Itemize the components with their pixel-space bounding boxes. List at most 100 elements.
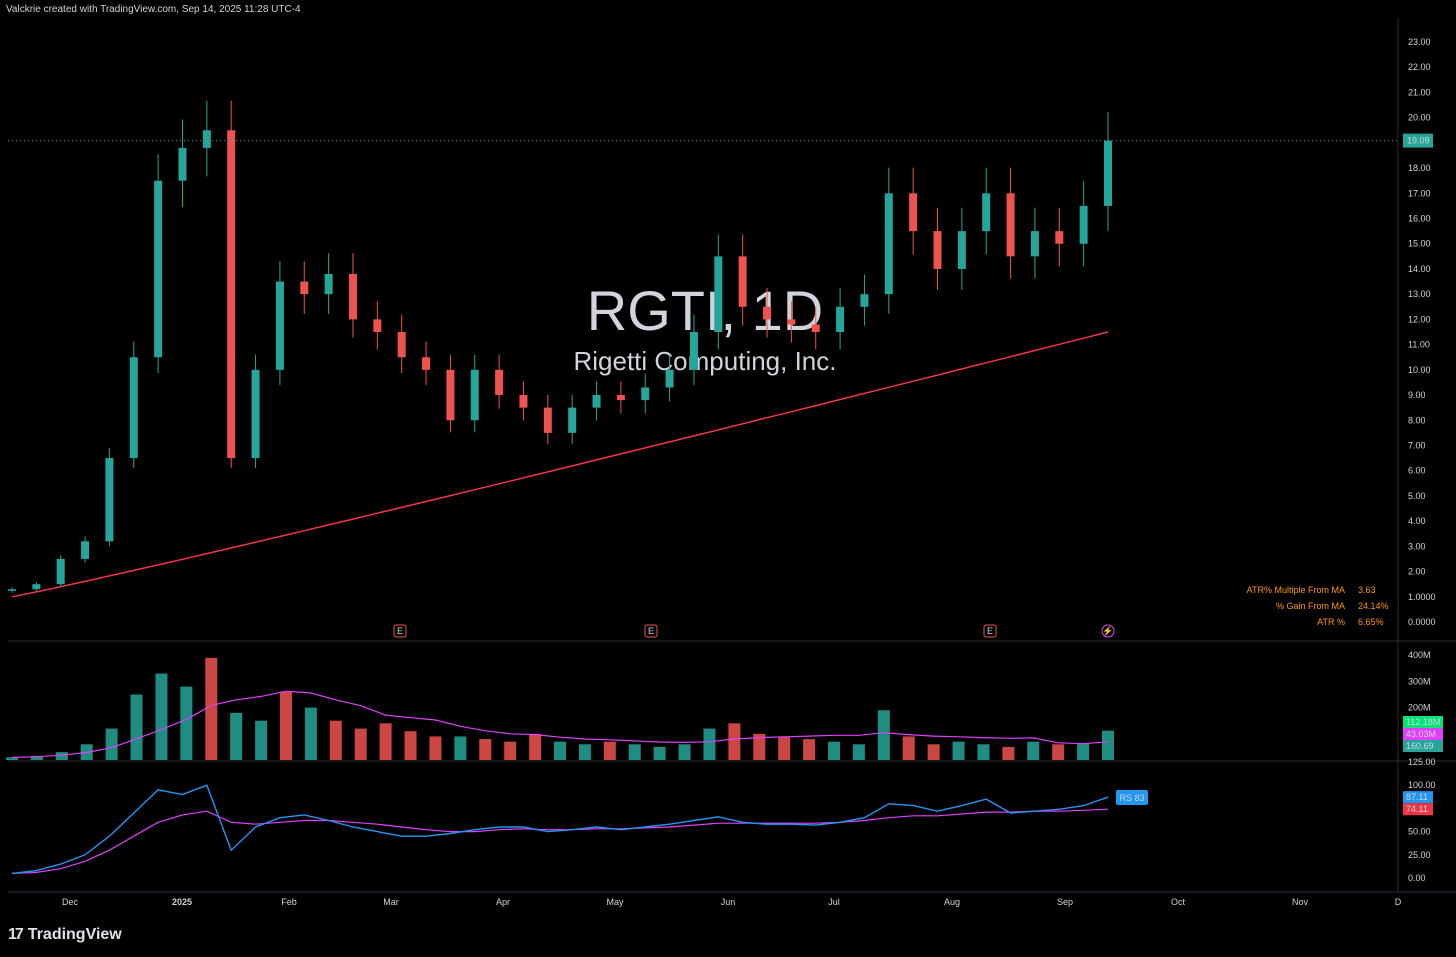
volume-bar — [255, 720, 268, 760]
price-candle — [1006, 193, 1015, 257]
last-price-label: 19.09 — [1407, 136, 1430, 146]
trading-chart[interactable]: RGTI, 1D Rigetti Computing, Inc. 23.00 22.0… — [0, 0, 1456, 957]
volume-bar — [404, 731, 417, 760]
rs-tick-label: 125.00 — [1408, 757, 1436, 767]
volume-bar — [504, 741, 517, 760]
price-candle — [689, 332, 698, 370]
volume-bar — [105, 728, 118, 760]
price-tick-label: 14.00 — [1408, 264, 1431, 274]
time-axis-label: Jul — [828, 897, 840, 907]
time-axis-label: Jun — [721, 897, 736, 907]
price-candle — [348, 274, 357, 320]
price-tick-label: 12.00 — [1408, 314, 1431, 324]
rs-tick-label: 25.00 — [1408, 850, 1431, 860]
price-candle — [592, 395, 601, 408]
price-tick-label: 3.00 — [1408, 541, 1426, 551]
price-tick-label: 18.00 — [1408, 163, 1431, 173]
price-candle — [129, 357, 138, 459]
time-axis-label: May — [606, 897, 624, 907]
price-candle — [422, 357, 431, 370]
price-candle — [884, 193, 893, 295]
volume-bar — [703, 728, 716, 760]
earnings-marker-label: E — [987, 626, 993, 636]
volume-tick-label: 300M — [1408, 676, 1431, 686]
time-axis-label: 2025 — [172, 897, 192, 907]
volume-value-label: 112.18M — [1406, 717, 1440, 727]
stat-value: 3.63 — [1358, 585, 1376, 595]
volume-bar — [728, 723, 741, 760]
rs-tick-label: 0.00 — [1408, 873, 1426, 883]
price-candle — [397, 332, 406, 358]
price-tick-label: 13.00 — [1408, 289, 1431, 299]
volume-bar — [628, 744, 641, 760]
price-candle — [373, 319, 382, 332]
price-candle — [32, 584, 41, 590]
stat-label: ATR % — [1317, 617, 1345, 627]
price-tick-label: 15.00 — [1408, 239, 1431, 249]
volume-bar — [454, 736, 467, 760]
volume-bar — [1002, 746, 1015, 760]
price-tick-label: 2.00 — [1408, 567, 1426, 577]
price-candle — [982, 193, 991, 232]
dividend-marker-label: ⚡ — [1102, 625, 1113, 637]
price-candle — [56, 558, 65, 585]
price-candle — [324, 274, 333, 295]
price-candle — [957, 231, 966, 269]
price-candle — [738, 256, 747, 307]
rs-tick-label: 100.00 — [1408, 780, 1436, 790]
volume-bar — [927, 744, 940, 760]
volume-bar — [155, 673, 168, 760]
volume-bar — [1052, 744, 1065, 760]
price-candle — [81, 541, 90, 559]
price-candle — [1079, 205, 1088, 244]
price-candle — [543, 407, 552, 433]
time-axis-label: Nov — [1292, 897, 1309, 907]
price-candle — [275, 281, 284, 370]
price-candle — [495, 369, 504, 396]
price-candle — [860, 294, 869, 307]
price-candle — [8, 589, 16, 591]
volume-bar — [1027, 741, 1040, 760]
time-axis-label: Aug — [944, 897, 960, 907]
volume-bar — [803, 739, 816, 760]
price-candle — [933, 231, 942, 269]
price-candle — [763, 306, 772, 320]
volume-bar — [329, 720, 342, 760]
stat-label: ATR% Multiple From MA — [1247, 585, 1345, 595]
volume-bar — [280, 691, 292, 760]
volume-bar — [130, 694, 143, 760]
volume-bar — [828, 741, 840, 760]
volume-bar — [852, 744, 865, 760]
price-candle — [446, 369, 455, 421]
volume-bar — [977, 744, 990, 760]
volume-bar — [603, 741, 616, 760]
rs-badge-label: RS 83 — [1119, 793, 1144, 803]
price-tick-label: 7.00 — [1408, 440, 1426, 450]
volume-tick-label: 400M — [1408, 650, 1431, 660]
price-tick-label: 11.00 — [1408, 340, 1430, 350]
earnings-marker-label: E — [648, 626, 654, 636]
time-axis-label: Dec — [62, 897, 79, 907]
price-tick-label: 20.00 — [1408, 113, 1431, 123]
price-candle — [154, 180, 163, 358]
volume-bar — [205, 657, 218, 760]
volume-bar — [379, 723, 392, 760]
volume-bar — [230, 712, 243, 760]
price-candle — [519, 395, 528, 408]
price-tick-label: 10.00 — [1408, 365, 1431, 375]
price-tick-label: 17.00 — [1408, 188, 1431, 198]
volume-value-label: 160.69 — [1406, 741, 1434, 751]
price-candle — [568, 407, 577, 433]
price-candle — [300, 281, 309, 295]
rs-tick-label: 50.00 — [1408, 827, 1431, 837]
stat-value: 24.14% — [1358, 601, 1389, 611]
price-candle — [251, 369, 260, 459]
volume-bar — [653, 746, 666, 760]
tradingview-brand[interactable]: 17 TradingView — [8, 926, 122, 944]
price-candle — [178, 147, 187, 181]
price-candle — [202, 130, 211, 148]
volume-bar — [354, 728, 367, 760]
price-tick-label: 0.0000 — [1408, 617, 1436, 627]
volume-value-label: 43.03M — [1406, 729, 1436, 739]
volume-bar — [778, 736, 791, 760]
